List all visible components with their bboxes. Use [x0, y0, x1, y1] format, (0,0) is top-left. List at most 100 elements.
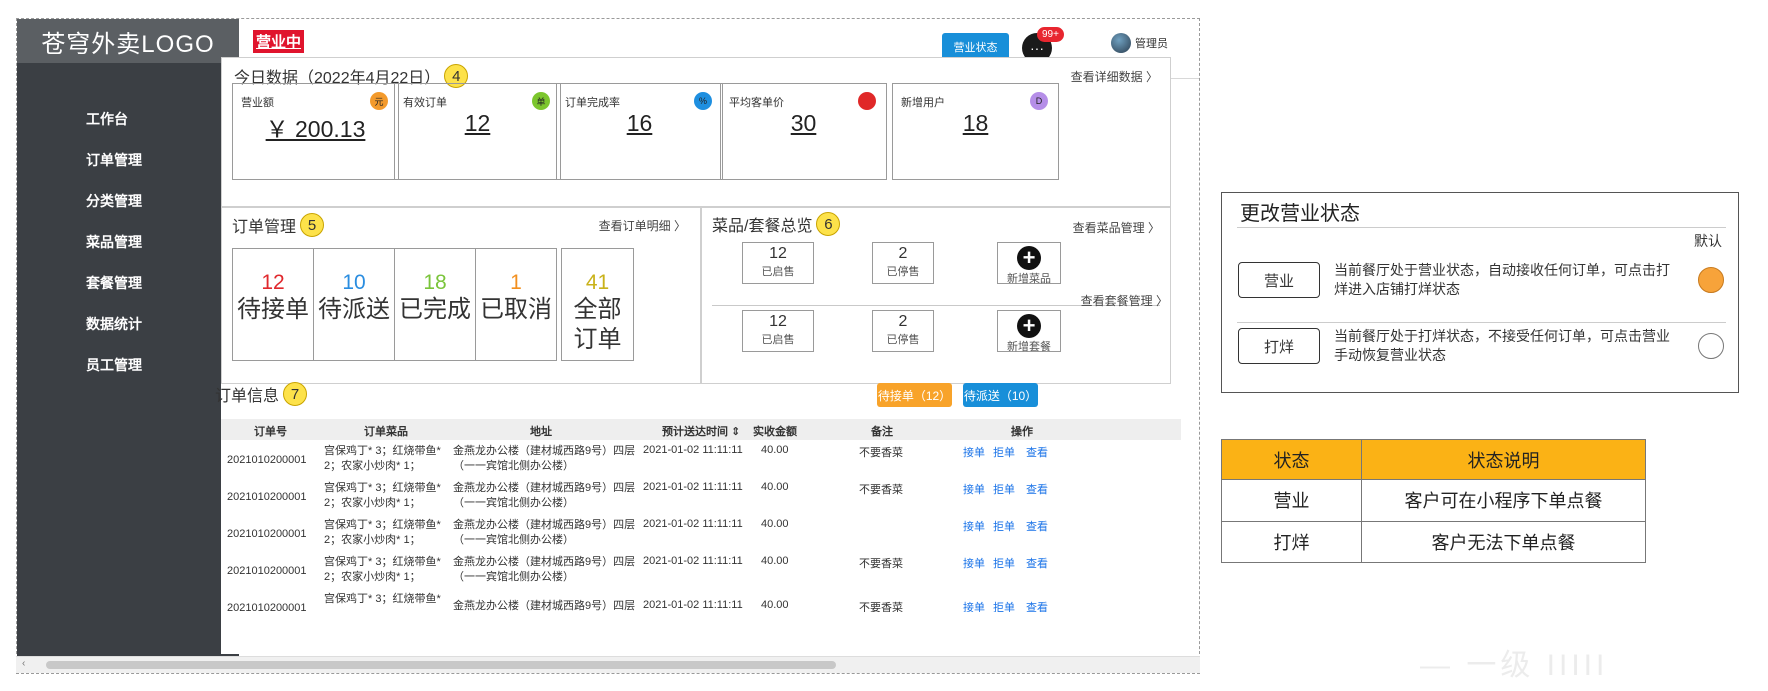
sidebar-item-employees[interactable]: 员工管理 — [17, 345, 239, 386]
column-header-actions: 操作 — [1011, 426, 1033, 438]
note: 不要香菜 — [859, 484, 903, 496]
reject-order-link[interactable]: 拒单 — [993, 599, 1015, 612]
order-address: 金燕龙办公楼（建材城西路9号）四层 （一一宾馆北侧办公楼） — [453, 518, 635, 548]
delivery-time: 2021-01-02 11:11:11 — [643, 518, 743, 530]
dish-overview-title-text: 菜品/套餐总览 — [712, 218, 813, 235]
order-status-to-dispatch[interactable]: 10 待派送 — [313, 248, 395, 361]
order-dishes-line: 宫保鸡丁* 3；红烧带鱼* — [324, 482, 441, 494]
table-row: 2021010200001 宫保鸡丁* 3；红烧带鱼* 2；农家小炒肉* 1； 金… — [221, 555, 1181, 593]
order-id: 2021010200001 — [227, 565, 307, 577]
accept-order-link[interactable]: 接单 — [963, 444, 985, 460]
user-icon: D — [1030, 92, 1048, 110]
page-root: 苍穹外卖LOGO 工作台 订单管理 分类管理 菜品管理 套餐管理 数据统计 员工… — [0, 0, 1768, 691]
view-detail-data-link[interactable]: 查看详细数据 〉 — [1071, 68, 1158, 85]
order-address-line: 金燕龙办公楼（建材城西路9号）四层 — [453, 482, 636, 494]
closed-status-button[interactable]: 打烊 — [1238, 328, 1320, 364]
add-setmeal-label: 新增套餐 — [1007, 341, 1051, 353]
closed-status-description: 当前餐厅处于打烊状态，不接受任何订单，可点击营业手动恢复营业状态 — [1334, 328, 1670, 363]
stat-value: ￥ 200.13 — [265, 116, 366, 142]
reject-order-link[interactable]: 拒单 — [993, 555, 1015, 571]
view-order-link[interactable]: 查看 — [1026, 481, 1048, 497]
horizontal-scrollbar[interactable]: ‹ — [16, 656, 1200, 673]
order-management-panel: 订单管理 5 查看订单明细 〉 12 待接单 10 待派送 18 已完成 1 已… — [221, 207, 701, 384]
view-order-link[interactable]: 查看 — [1026, 599, 1048, 612]
view-dish-management-link[interactable]: 查看菜品管理 〉 — [1073, 219, 1160, 236]
view-order-link[interactable]: 查看 — [1026, 444, 1048, 460]
open-status-button[interactable]: 营业 — [1238, 262, 1320, 298]
description-cell: 客户可在小程序下单点餐 — [1361, 479, 1646, 522]
status-column-header: 状态 — [1221, 438, 1362, 481]
order-status-completed[interactable]: 18 已完成 — [394, 248, 476, 361]
delivery-time: 2021-01-02 11:11:11 — [643, 555, 743, 567]
accept-order-link[interactable]: 接单 — [963, 555, 985, 571]
order-address-line: （一一宾馆北侧办公楼） — [453, 460, 574, 472]
order-status-all[interactable]: 41 全部订单 — [561, 248, 634, 361]
description-cell: 客户无法下单点餐 — [1361, 520, 1646, 564]
order-id: 2021010200001 — [227, 602, 307, 612]
order-status-cancelled[interactable]: 1 已取消 — [475, 248, 557, 361]
dish-on-sale: 12 已启售 — [742, 242, 814, 284]
sidebar-item-setmeals[interactable]: 套餐管理 — [17, 263, 239, 304]
sidebar-item-dishes[interactable]: 菜品管理 — [17, 222, 239, 263]
change-status-title: 更改营业状态 — [1240, 203, 1360, 225]
accept-order-link[interactable]: 接单 — [963, 481, 985, 497]
scroll-thumb[interactable] — [46, 661, 836, 669]
view-order-link[interactable]: 查看 — [1026, 518, 1048, 534]
stat-value: 12 — [464, 110, 491, 136]
avatar[interactable] — [1111, 33, 1131, 53]
watermark: — 一级 IIIII — [1420, 649, 1609, 682]
order-dishes: 宫保鸡丁* 3；红烧带鱼* 2；农家小炒肉* 1； — [324, 481, 441, 511]
column-header-address: 地址 — [530, 426, 552, 438]
add-setmeal-button[interactable]: + 新增套餐 — [997, 310, 1061, 353]
table-row: 2021010200001 宫保鸡丁* 3；红烧带鱼* 2；农家小炒肉* 1； 金… — [221, 518, 1181, 556]
divider — [1237, 322, 1726, 323]
column-header-amount: 实收金额 — [753, 426, 797, 438]
app-logo: 苍穹外卖LOGO — [17, 19, 239, 63]
reject-order-link[interactable]: 拒单 — [993, 444, 1015, 460]
delivery-time: 2021-01-02 11:11:11 — [643, 599, 743, 611]
dish-status-label: 已停售 — [886, 266, 920, 278]
closed-status-radio[interactable] — [1698, 333, 1724, 359]
scroll-left-arrow-icon[interactable]: ‹ — [22, 658, 25, 669]
order-status-label: 已取消 — [480, 296, 552, 323]
order-status-pending[interactable]: 12 待接单 — [232, 248, 314, 361]
order-address-line: 金燕龙办公楼（建材城西路9号）四层 — [453, 519, 636, 531]
order-info-panel: 订单信息 7 待接单（12） 待派送（10） 订单号 订单菜品 地址 预计送达时… — [215, 382, 1181, 654]
order-management-title: 订单管理 5 — [232, 213, 325, 237]
order-count: 1 — [510, 271, 522, 294]
column-header-delivery-time[interactable]: 预计送达时间 ⇕ — [662, 423, 740, 439]
order-dishes: 宫保鸡丁* 3；红烧带鱼* 2；农家小炒肉* 1； — [324, 555, 441, 585]
sidebar-item-categories[interactable]: 分类管理 — [17, 181, 239, 222]
order-info-title: 订单信息 7 — [215, 382, 308, 406]
business-status-button[interactable]: 营业状态 — [942, 33, 1009, 60]
accept-order-link[interactable]: 接单 — [963, 599, 985, 612]
open-status-radio[interactable] — [1698, 267, 1724, 293]
view-order-detail-link[interactable]: 查看订单明细 〉 — [599, 217, 686, 234]
order-address-line: 金燕龙办公楼（建材城西路9号）四层 — [453, 556, 636, 568]
add-dish-label: 新增菜品 — [1007, 273, 1051, 285]
order-address: 金燕龙办公楼（建材城西路9号）四层 （一一宾馆北侧办公楼） — [453, 555, 635, 585]
sidebar-item-orders[interactable]: 订单管理 — [17, 140, 239, 181]
stat-card-completion-rate: 订单完成率 % 16 — [556, 83, 723, 180]
accept-order-link[interactable]: 接单 — [963, 518, 985, 534]
sidebar-item-workbench[interactable]: 工作台 — [17, 99, 239, 140]
reject-order-link[interactable]: 拒单 — [993, 518, 1015, 534]
change-business-status-panel: 更改营业状态 默认 营业 当前餐厅处于营业状态，自动接收任何订单，可点击打烊进入… — [1221, 192, 1739, 393]
reject-order-link[interactable]: 拒单 — [993, 481, 1015, 497]
add-dish-button[interactable]: + 新增菜品 — [997, 242, 1061, 285]
order-dishes-line: 2；农家小炒肉* 1； — [324, 460, 421, 472]
view-order-link[interactable]: 查看 — [1026, 555, 1048, 571]
sidebar-item-statistics[interactable]: 数据统计 — [17, 304, 239, 345]
order-dishes: 宫保鸡丁* 3；红烧带鱼* 2；农家小炒肉* 1； — [324, 444, 441, 474]
sidebar: 苍穹外卖LOGO 工作台 订单管理 分类管理 菜品管理 套餐管理 数据统计 员工… — [17, 19, 239, 657]
percent-icon: % — [694, 92, 712, 110]
divider — [1237, 227, 1726, 228]
admin-name[interactable]: 管理员 — [1135, 35, 1168, 51]
dispatch-orders-button[interactable]: 待派送（10） — [963, 383, 1038, 407]
order-id: 2021010200001 — [227, 528, 307, 540]
view-setmeal-management-link[interactable]: 查看套餐管理 〉 — [1081, 292, 1168, 309]
pending-orders-button[interactable]: 待接单（12） — [877, 383, 952, 407]
order-count: 10 — [342, 271, 366, 294]
amount: 40.00 — [761, 444, 789, 456]
description-column-header: 状态说明 — [1361, 438, 1646, 481]
